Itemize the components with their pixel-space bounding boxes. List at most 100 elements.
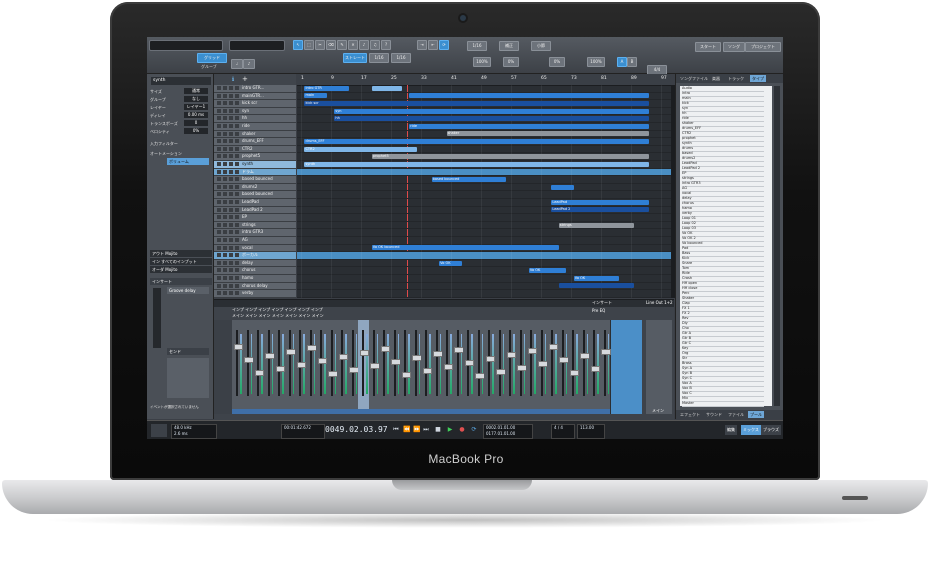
track-mon-button[interactable] (235, 131, 239, 136)
help-icon[interactable]: ? (381, 40, 391, 50)
fader-knob[interactable] (601, 349, 611, 355)
note-1-icon[interactable]: ♩ (231, 59, 243, 69)
track-rec-button[interactable] (229, 184, 233, 189)
channel-name-cap[interactable] (526, 409, 537, 414)
loop-range-display[interactable]: 0002.01.01.00 0177.01.01.00 (483, 424, 533, 439)
stop-icon[interactable]: ■ (435, 427, 441, 433)
track-row[interactable]: chorus delay (214, 282, 296, 291)
track-rec-button[interactable] (229, 283, 233, 288)
pct-4[interactable]: 100% (587, 57, 605, 67)
track-mute-button[interactable] (217, 291, 221, 296)
channel-name-cap[interactable] (589, 409, 600, 414)
track-mon-button[interactable] (235, 245, 239, 250)
browse-button[interactable]: ブラウズ (761, 425, 781, 435)
track-row[interactable]: drums2 (214, 183, 296, 192)
track-rec-button[interactable] (229, 230, 233, 235)
track-mon-button[interactable] (235, 230, 239, 235)
channel-name-cap[interactable] (421, 409, 432, 414)
track-mon-button[interactable] (235, 139, 239, 144)
track-row[interactable]: ボーカル (214, 252, 296, 260)
track-mute-button[interactable] (217, 253, 221, 258)
channel-fader-track[interactable] (278, 330, 280, 396)
audio-event[interactable]: synth (304, 161, 649, 167)
arrange-lane[interactable] (297, 237, 671, 245)
channel-fader-track[interactable] (351, 330, 354, 396)
track-mon-button[interactable] (235, 283, 239, 288)
channel-fader-track[interactable] (582, 330, 585, 396)
channel-name-cap[interactable] (410, 409, 421, 414)
play-icon[interactable]: ▶ (447, 427, 453, 433)
arrange-lane[interactable] (297, 214, 671, 222)
audio-event[interactable]: kick scr (304, 101, 649, 106)
forward-end-icon[interactable]: ⏭ (423, 427, 429, 433)
key-a-button[interactable]: A (617, 57, 627, 67)
track-row[interactable]: drums_EFF (214, 138, 296, 146)
mode-a-button[interactable]: 1/16 (467, 41, 487, 51)
channel-name-cap[interactable] (337, 409, 348, 414)
track-row[interactable]: intro GTR3 (214, 229, 296, 237)
edit-button[interactable]: 編集 (725, 425, 737, 435)
straight-tab[interactable]: ストレート (343, 53, 367, 63)
insp-fader[interactable] (153, 288, 161, 348)
pencil-tool-icon[interactable]: ✎ (337, 40, 347, 50)
channel-fader-track[interactable] (267, 330, 270, 396)
line-out-label[interactable]: Line Out 1+2 (646, 300, 673, 305)
track-row[interactable]: prophet5 (214, 153, 296, 161)
channel-name-cap[interactable] (242, 409, 253, 414)
channel-name-cap[interactable] (389, 409, 400, 414)
key-b-button[interactable]: B (627, 57, 637, 67)
note-2-icon[interactable]: ♪ (243, 59, 255, 69)
track-rec-button[interactable] (229, 124, 233, 128)
audio-event[interactable]: Vo OK (573, 275, 619, 281)
track-solo-button[interactable] (223, 101, 227, 106)
track-row[interactable]: based bounced (214, 191, 296, 199)
track-mon-button[interactable] (235, 177, 239, 182)
track-mon-button[interactable] (235, 184, 239, 189)
track-solo-button[interactable] (223, 108, 227, 113)
track-rec-button[interactable] (229, 222, 233, 227)
arrange-lane[interactable] (297, 290, 671, 298)
track-mon-button[interactable] (235, 124, 239, 128)
track-row[interactable]: mainGTR... (214, 92, 296, 101)
quant-val-1[interactable]: 1/16 (369, 53, 389, 63)
rewind-icon[interactable]: ⏪ (403, 427, 410, 433)
channel-fader-track[interactable] (551, 330, 553, 396)
track-solo-button[interactable] (223, 283, 227, 288)
track-rec-button[interactable] (229, 268, 233, 273)
channel-fader-track[interactable] (456, 330, 459, 396)
track-row[interactable]: ドラム (214, 168, 296, 177)
track-row[interactable]: chorus (214, 267, 296, 275)
channel-fader-track[interactable] (519, 330, 522, 396)
track-solo-button[interactable] (223, 238, 227, 242)
channel-name-cap[interactable] (505, 409, 516, 414)
track-solo-button[interactable] (223, 124, 227, 128)
signature-transport[interactable]: 4 / 4 (551, 424, 575, 439)
routing-in[interactable]: イン すべてのインプット (150, 258, 212, 265)
track-mute-button[interactable] (217, 116, 221, 121)
track-row[interactable]: CTR2 (214, 145, 296, 154)
track-mon-button[interactable] (235, 215, 239, 220)
track-row[interactable]: delay (214, 259, 296, 268)
track-solo-button[interactable] (223, 200, 227, 204)
track-solo-button[interactable] (223, 169, 227, 174)
track-mute-button[interactable] (217, 139, 221, 144)
audio-event[interactable] (409, 93, 649, 99)
channel-name-cap[interactable] (326, 409, 337, 414)
insp-row[interactable]: ディレイ 0.00 ms (150, 112, 210, 119)
track-rec-button[interactable] (229, 86, 233, 90)
track-rec-button[interactable] (229, 253, 233, 258)
track-rec-button[interactable] (229, 215, 233, 220)
audio-event[interactable]: intro GTR (304, 85, 350, 91)
track-rec-button[interactable] (229, 162, 233, 166)
quantize-display[interactable] (229, 40, 285, 51)
arrow-tool-icon[interactable]: ↖ (293, 40, 303, 50)
arrange-lane[interactable] (297, 191, 671, 199)
project-button[interactable]: プロジェクト (745, 42, 781, 52)
channel-fader-track[interactable] (404, 330, 406, 396)
audio-event[interactable]: Vo OK bounced (371, 245, 559, 251)
channel-fader-track[interactable] (509, 330, 511, 396)
audio-event[interactable]: strings (558, 222, 634, 228)
track-solo-button[interactable] (223, 177, 227, 182)
arrange-lane[interactable] (297, 252, 671, 260)
track-rec-button[interactable] (229, 101, 233, 106)
